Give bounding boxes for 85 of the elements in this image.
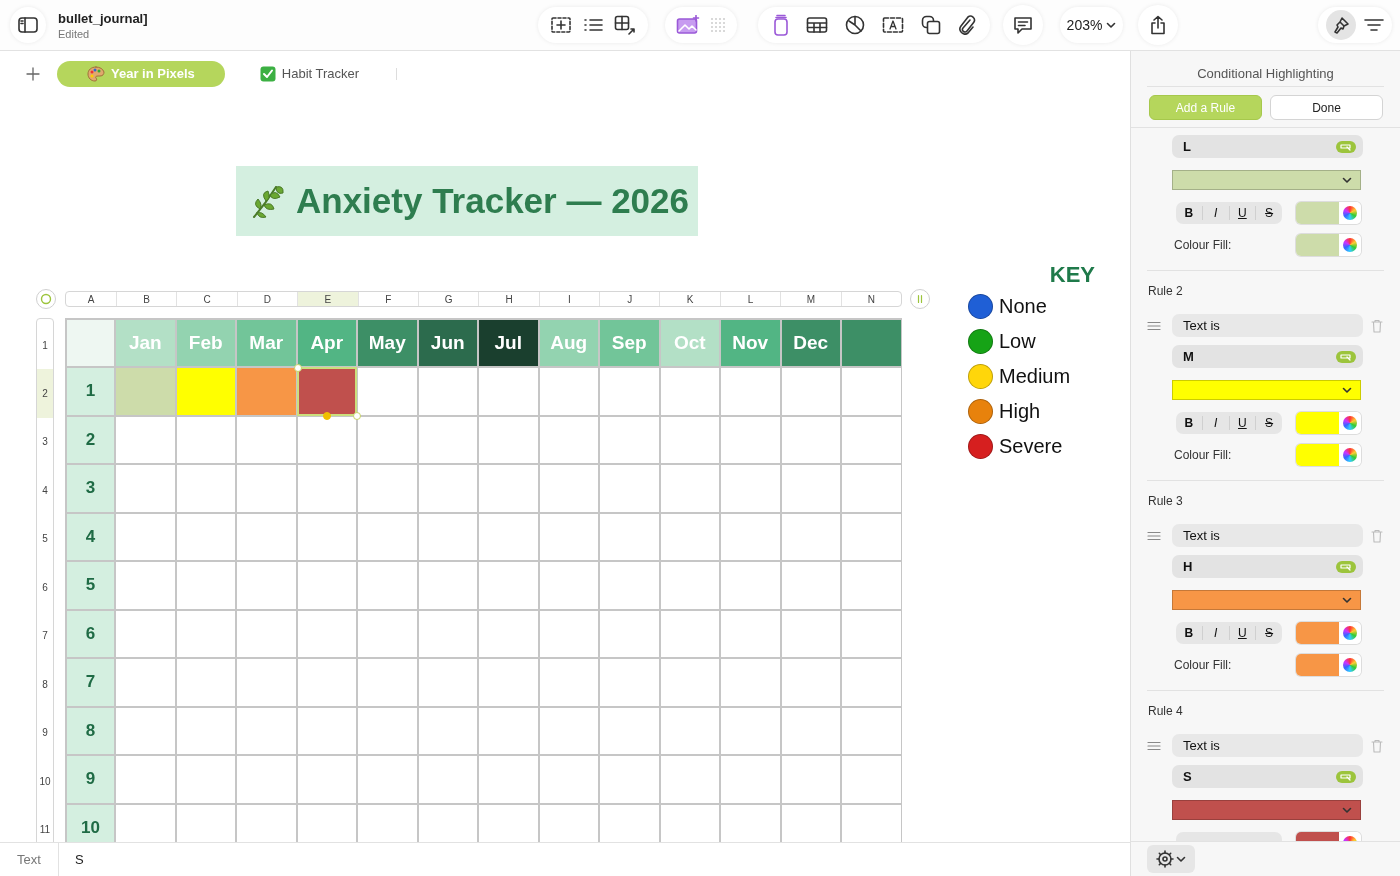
- month-header: Nov: [721, 320, 780, 366]
- day-label: 10: [67, 804, 114, 842]
- day-label: 4: [67, 513, 114, 560]
- month-header: Jul: [479, 320, 538, 366]
- key-label: High: [999, 400, 1041, 423]
- row-header[interactable]: 7: [37, 611, 53, 660]
- day-label: 5: [67, 562, 114, 609]
- zoom-menu[interactable]: 203%: [1060, 7, 1123, 43]
- column-header[interactable]: B: [116, 292, 177, 306]
- month-header: Mar: [237, 320, 296, 366]
- panel-title: Conditional Highlighting: [1147, 51, 1384, 87]
- day-label: 7: [67, 659, 114, 706]
- value-field[interactable]: H: [1172, 555, 1363, 578]
- column-header[interactable]: F: [357, 292, 418, 306]
- column-header[interactable]: G: [417, 292, 479, 306]
- condition-field[interactable]: Text is: [1172, 734, 1363, 757]
- row-header[interactable]: 1: [37, 321, 53, 369]
- day-label: 9: [67, 756, 114, 803]
- fill-label: Colour Fill:: [1174, 238, 1232, 252]
- key-label: Low: [999, 330, 1036, 353]
- sheet-tab[interactable]: Habit Tracker: [256, 60, 363, 87]
- condition-field[interactable]: Text is: [1172, 524, 1363, 547]
- strikethrough-button[interactable]: S: [1255, 416, 1282, 430]
- bold-button[interactable]: B: [1176, 626, 1202, 640]
- month-header: Aug: [539, 320, 598, 366]
- row-header[interactable]: 2: [37, 369, 53, 418]
- column-header[interactable]: H: [478, 292, 539, 306]
- value-field[interactable]: L: [1172, 135, 1363, 158]
- strikethrough-button[interactable]: S: [1255, 626, 1282, 640]
- month-header: Apr: [297, 320, 356, 366]
- fill-label: Colour Fill:: [1174, 448, 1232, 462]
- month-header: Oct: [660, 320, 719, 366]
- month-header: Feb: [176, 320, 235, 366]
- month-header: Sep: [600, 320, 659, 366]
- key-label: Medium: [999, 365, 1071, 388]
- row-header[interactable]: 11: [37, 805, 53, 842]
- formula-label: Text: [16, 852, 42, 867]
- key-label: Severe: [999, 435, 1063, 458]
- row-header[interactable]: 8: [37, 660, 53, 709]
- document-title: bullet_journal]: [58, 10, 149, 26]
- fill-label: Colour Fill:: [1174, 658, 1232, 672]
- day-label: 2: [67, 416, 114, 463]
- key-label: None: [999, 295, 1047, 318]
- value-field[interactable]: M: [1172, 345, 1363, 368]
- row-header[interactable]: 3: [37, 417, 53, 466]
- row-header[interactable]: 10: [37, 757, 53, 806]
- month-header: Jun: [418, 320, 477, 366]
- row-header[interactable]: 4: [37, 466, 53, 515]
- document-status: Edited: [58, 27, 91, 40]
- italic-button[interactable]: I: [1201, 206, 1229, 220]
- day-label: 3: [67, 465, 114, 512]
- day-label: 1: [67, 368, 114, 415]
- column-header[interactable]: C: [176, 292, 237, 306]
- column-header[interactable]: N: [840, 292, 901, 306]
- month-header: Dec: [781, 320, 840, 366]
- condition-field[interactable]: Text is: [1172, 314, 1363, 337]
- rule-title: Rule 3: [1148, 493, 1184, 510]
- month-header: Jan: [116, 320, 175, 366]
- column-header[interactable]: J: [599, 292, 660, 306]
- value-field[interactable]: S: [1172, 765, 1363, 788]
- column-header[interactable]: L: [719, 292, 781, 306]
- key-title: KEY: [1049, 262, 1095, 289]
- strikethrough-button[interactable]: S: [1255, 206, 1282, 220]
- day-label: 6: [67, 610, 114, 657]
- underline-button[interactable]: U: [1228, 206, 1256, 220]
- month-header: May: [358, 320, 417, 366]
- day-label: 8: [67, 707, 114, 754]
- row-header[interactable]: 5: [37, 514, 53, 563]
- column-header[interactable]: I: [538, 292, 600, 306]
- row-header[interactable]: 9: [37, 708, 53, 757]
- bold-button[interactable]: B: [1176, 206, 1202, 220]
- bold-button[interactable]: B: [1176, 416, 1202, 430]
- done-button[interactable]: Done: [1270, 95, 1383, 120]
- rule-title: Rule 4: [1148, 703, 1184, 720]
- rule-title: Rule 2: [1148, 283, 1184, 300]
- italic-button[interactable]: I: [1201, 416, 1229, 430]
- column-header[interactable]: M: [780, 292, 841, 306]
- underline-button[interactable]: U: [1228, 626, 1256, 640]
- column-header[interactable]: A: [66, 292, 116, 306]
- italic-button[interactable]: I: [1201, 626, 1229, 640]
- row-header[interactable]: 6: [37, 563, 53, 612]
- column-header[interactable]: E: [297, 292, 358, 306]
- column-header[interactable]: K: [659, 292, 720, 306]
- title-text: Anxiety Tracker — 2026: [296, 181, 689, 221]
- underline-button[interactable]: U: [1228, 416, 1256, 430]
